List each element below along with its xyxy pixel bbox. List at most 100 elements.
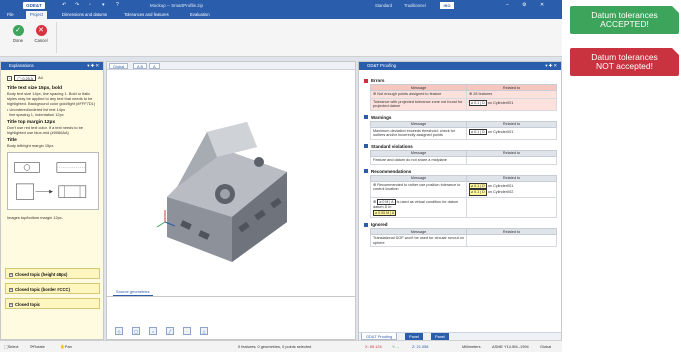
expand-icon[interactable]: ⊕ (373, 200, 376, 204)
expand-icon[interactable]: ⊕ (469, 92, 472, 96)
quick-access-dropdown-icon[interactable]: ▾ (102, 2, 105, 8)
tab-gdt-proofing[interactable]: GD&T Proofing (361, 333, 398, 340)
window-title: Mockup -- SmartProfile.zip (150, 3, 204, 8)
related-text: on Cylinder001 (487, 129, 514, 134)
collapse-icon[interactable] (364, 144, 368, 149)
fcf-frame[interactable]: ⌀ 0.1 | D (469, 189, 487, 196)
view-a-icon[interactable]: A (149, 63, 160, 69)
collapse-icon[interactable] (364, 222, 368, 227)
close-icon[interactable]: ✕ (540, 2, 544, 8)
message-text: Feature and datum do not share a midplan… (370, 155, 467, 165)
select-label: Select (7, 344, 19, 349)
closed-topic-3[interactable]: + Closed topic (5, 298, 100, 309)
fcf-value: ⌀ 0.1 (471, 190, 480, 195)
fcf-preview: − ◯ 0.25 A A4 (7, 75, 97, 81)
done-button[interactable]: ✓ Done (9, 25, 27, 43)
panel-controls[interactable]: ▾ ✚ ✕ (87, 62, 99, 70)
geometry-line-icon[interactable]: ╱ (166, 327, 174, 335)
title-bar: GDE&T ↶ ↷ ▫ ▾ ? Mockup -- SmartProfile.z… (0, 0, 562, 11)
expand-icon[interactable]: + (9, 302, 13, 307)
closed-topic-1[interactable]: + Closed topic (height 48px) (5, 268, 100, 279)
related-text (466, 155, 557, 165)
status-bar: ⬚ Select ⟳ Rotate ✋ Pan 0 features; 0 ge… (0, 340, 562, 352)
closed-topic-2[interactable]: + Closed topic (border #CCC) (5, 283, 100, 294)
explanations-header: Explanations ▾ ✚ ✕ (1, 62, 103, 70)
ignored-table: Message Related to Translational DOF won'… (370, 228, 557, 248)
coordinate-system-label[interactable]: Global (540, 341, 551, 353)
table-row[interactable]: ⊕ Not enough points assigned to feature … (370, 90, 557, 99)
table-row[interactable]: ⊕ ⌀ 0 M | A is used as virtual condition… (370, 196, 557, 219)
help-icon[interactable]: ? (116, 2, 119, 8)
viewport-tabs: Global A B A (107, 62, 355, 70)
collapse-icon[interactable] (364, 115, 368, 120)
cancel-button[interactable]: ✕ Cancel (32, 25, 50, 43)
table-row[interactable]: Feature and datum do not share a midplan… (370, 155, 557, 165)
errors-section[interactable]: Errors (364, 77, 557, 84)
section-title: Standard violations (371, 143, 413, 149)
expand-icon[interactable]: ⊕ (373, 183, 376, 187)
related-text: on Cylinder001 (487, 100, 514, 105)
warnings-section[interactable]: Warnings (364, 114, 557, 121)
tab-evaluation[interactable]: Evaluation (186, 11, 214, 19)
pan-tool[interactable]: ✋ Pan (60, 341, 72, 353)
tab-project[interactable]: Project (26, 11, 48, 19)
explanations-content: − ◯ 0.25 A A4 Title text size 15px, bold… (1, 70, 103, 225)
tab-panel-1[interactable]: Panel (405, 333, 423, 340)
settings-icon[interactable]: ⚙ (522, 2, 526, 8)
tab-source-geometries[interactable]: Source geometries (113, 288, 153, 296)
minimize-icon[interactable]: – (506, 2, 509, 8)
ribbon-tabs: File Project Dimensions and datums Toler… (0, 11, 562, 19)
proofing-bottom-tabs: GD&T Proofing Panel Panel (359, 332, 561, 340)
standard-violations-section[interactable]: Standard violations (364, 143, 557, 150)
select-tool[interactable]: ⬚ Select (4, 341, 19, 353)
fcf-frame[interactable]: ⌀ 0.1 | D (469, 99, 487, 107)
geometry-sphere-icon[interactable]: ○ (149, 327, 157, 335)
standard-label[interactable]: ASME Y14.5M--1994 (492, 341, 529, 353)
expand-icon[interactable]: ⊕ (373, 92, 376, 96)
3d-viewport[interactable]: Global A B A Source geometries ◇ ▢ ○ ╱ ·… (106, 61, 356, 340)
ignored-section[interactable]: Ignored (364, 221, 557, 228)
fcf-value: ⌀ 0.05 M (375, 210, 390, 215)
tab-panel-2[interactable]: Panel (431, 333, 449, 340)
expand-icon[interactable]: + (9, 287, 13, 292)
expand-icon[interactable]: + (9, 272, 13, 277)
save-icon[interactable]: ▫ (89, 2, 91, 8)
selection-info: 0 features; 0 geometries, 0 points selec… (238, 344, 312, 349)
message-text: Recommended to rather use position toler… (373, 182, 461, 192)
units-label[interactable]: Millimeters (462, 341, 481, 353)
standard-violations-table: Message Related to Feature and datum do n… (370, 149, 557, 165)
redo-icon[interactable]: ↷ (75, 2, 79, 8)
geometry-plane-icon[interactable]: ◇ (115, 327, 123, 335)
undo-icon[interactable]: ↶ (62, 2, 66, 8)
geometry-cone-icon[interactable]: △ (200, 327, 208, 335)
part-model[interactable] (147, 102, 307, 272)
tab-file[interactable]: File (3, 11, 18, 19)
collapse-icon[interactable] (364, 169, 368, 174)
fcf-frame[interactable]: ⌀ 0.1 | D (469, 128, 487, 136)
panel-controls[interactable]: ▾ ✚ ✕ (545, 62, 557, 70)
section-title: Recommendations (371, 168, 412, 174)
geometry-cylinder-icon[interactable]: ▢ (132, 327, 140, 335)
tab-tolerances-features[interactable]: Tolerances and features (120, 11, 173, 19)
rejected-line-2: NOT accepted! (595, 61, 653, 71)
mode-standard[interactable]: Standard (375, 3, 392, 8)
tab-dimensions-datums[interactable]: Dimensions and datums (58, 11, 111, 19)
mode-traditional[interactable]: Traditionnel (404, 3, 426, 8)
table-row[interactable]: ⊕ Recommended to rather use position tol… (370, 180, 557, 198)
table-row[interactable]: Maximum deviation exceeds threshold: che… (370, 126, 557, 140)
rotate-tool[interactable]: ⟳ Rotate (30, 341, 45, 353)
view-ab-icon[interactable]: A B (133, 63, 148, 69)
fcf-box: ◯ 0.25 A (14, 75, 37, 81)
table-row[interactable]: Translational DOF won't be used for circ… (370, 234, 557, 248)
bullet-text: line spacing 1, indentation 12px (9, 111, 64, 117)
app-logo: GDE&T (23, 2, 45, 9)
recommendations-section[interactable]: Recommendations (364, 168, 557, 175)
collapse-icon[interactable]: − (7, 75, 12, 81)
geometry-point-icon[interactable]: · (183, 327, 191, 335)
standard-badge[interactable]: ISO (440, 2, 454, 9)
collapse-icon[interactable] (364, 78, 368, 83)
dogear-decoration (672, 6, 679, 13)
table-row[interactable]: Tolerance with projected tolerance zone … (370, 97, 557, 111)
fcf-frame[interactable]: ⌀ 0.05 M | A (373, 209, 397, 217)
tab-global[interactable]: Global (109, 63, 129, 69)
